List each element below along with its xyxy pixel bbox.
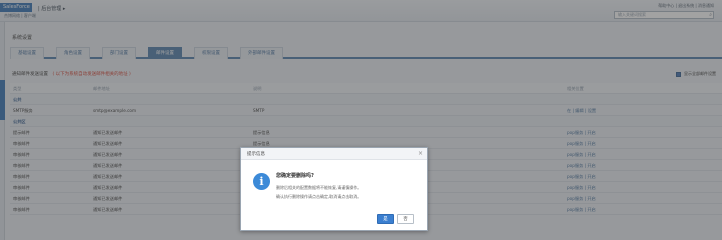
dialog-titlebar: 提示信息 × [241, 148, 427, 160]
dialog-message-line: 确认执行删除操作请点击确定,取消请点击取消。 [276, 194, 362, 199]
confirm-dialog: 提示信息 × i 您确定要删除吗? 删除后相关的配置数据将不能恢复,请谨慎操作。… [240, 147, 428, 231]
close-icon[interactable]: × [418, 150, 423, 157]
cancel-button[interactable]: 否 [397, 214, 414, 224]
info-icon: i [253, 173, 270, 190]
confirm-button[interactable]: 是 [377, 214, 394, 224]
dialog-title: 提示信息 [247, 152, 265, 157]
dialog-message-line: 删除后相关的配置数据将不能恢复,请谨慎操作。 [276, 185, 362, 190]
dialog-heading: 您确定要删除吗? [276, 173, 314, 179]
